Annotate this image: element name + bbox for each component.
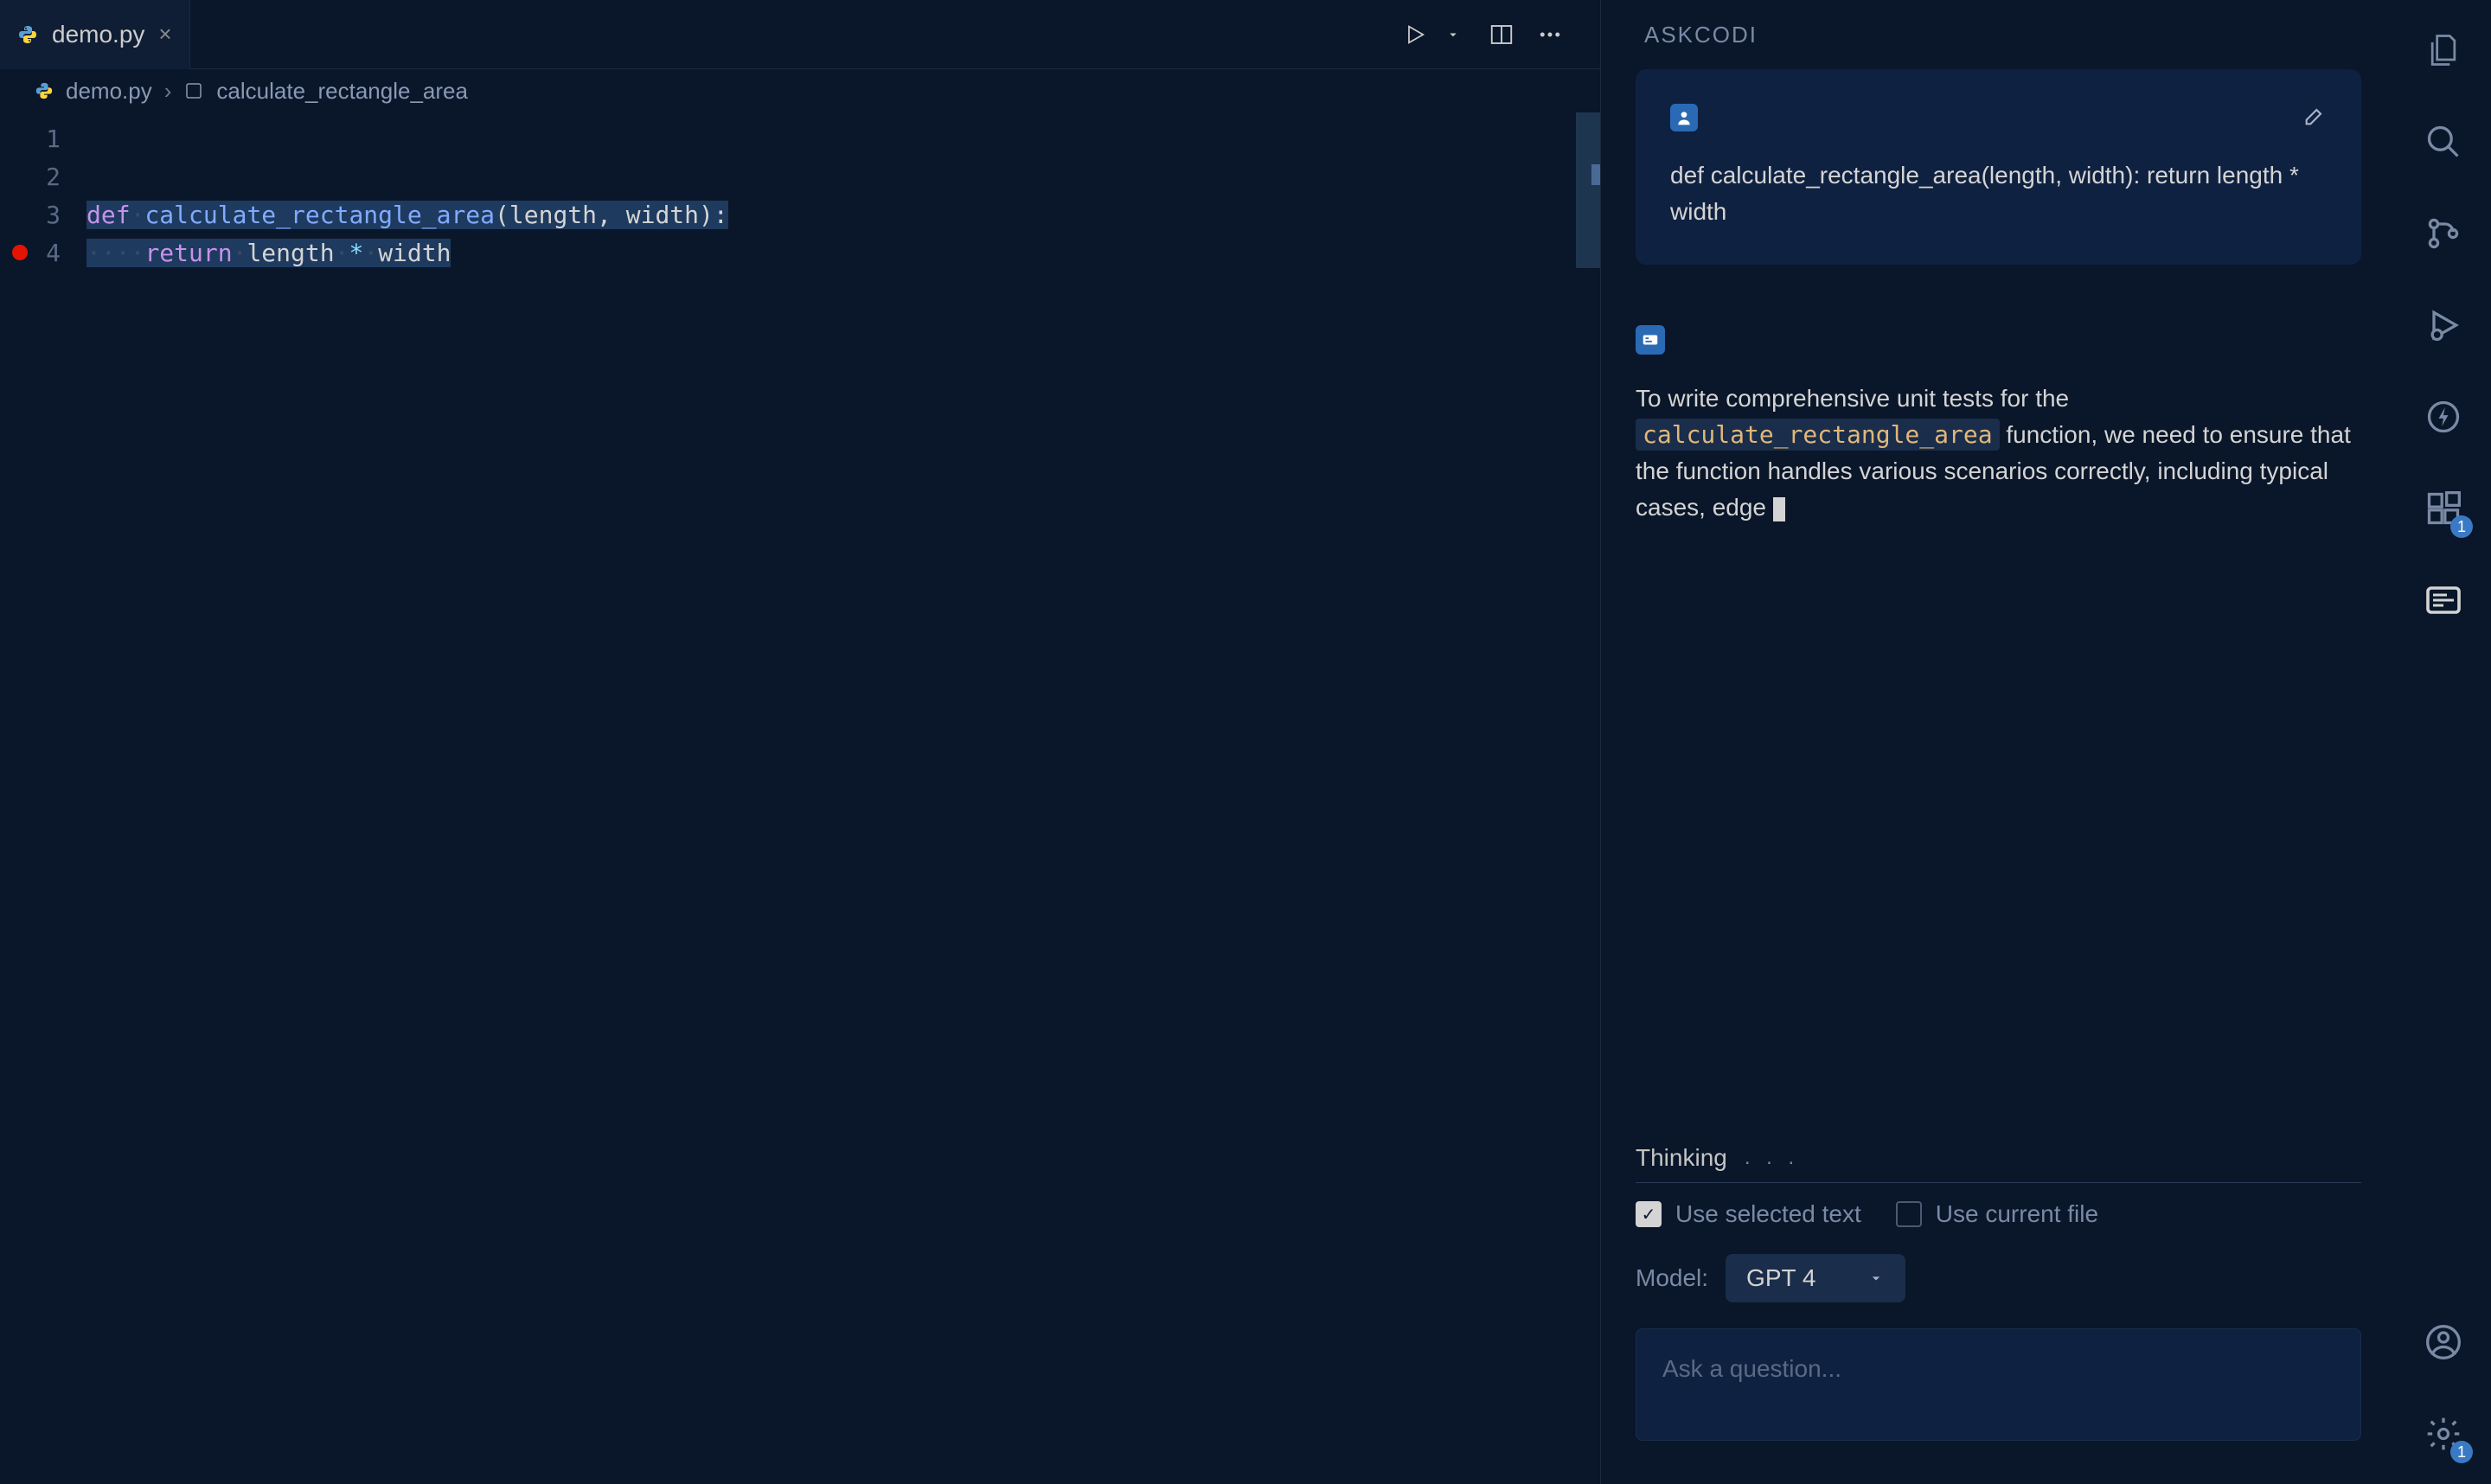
code-line: def·calculate_rectangle_area(length, wid… [86,195,1600,233]
use-current-file-checkbox[interactable]: Use current file [1896,1200,2098,1228]
user-message-text: def calculate_rectangle_area(length, wid… [1670,157,2327,230]
chevron-down-icon [1867,1270,1885,1287]
activity-bar: 1 1 [2396,0,2491,1484]
badge: 1 [2450,1441,2473,1463]
explorer-icon[interactable] [2419,26,2468,74]
checkbox-label: Use current file [1936,1200,2098,1228]
inline-code: calculate_rectangle_area [1636,419,2000,451]
question-input[interactable] [1662,1355,2334,1383]
thinking-label: Thinking [1636,1144,1727,1172]
user-avatar-icon [1670,104,1698,131]
ai-message: To write comprehensive unit tests for th… [1636,308,2361,543]
split-editor-icon[interactable] [1486,19,1517,50]
checkbox-unchecked-icon [1896,1201,1922,1227]
extensions-icon[interactable]: 1 [2419,484,2468,533]
edit-icon[interactable] [2302,104,2327,128]
badge: 1 [2450,515,2473,538]
model-value: GPT 4 [1746,1264,1815,1292]
typing-cursor [1773,497,1785,521]
line-number: 3 [0,195,86,233]
code-line [86,119,1600,157]
line-number-breakpoint[interactable]: 4 [0,233,86,272]
askcodi-icon[interactable] [2419,576,2468,624]
code-line: ····return·length·*·width [86,233,1600,272]
askcodi-panel: ASKCODI def calculate_rectangle_area(len… [1600,0,2396,1484]
python-icon [35,81,54,100]
model-row: Model: GPT 4 [1636,1254,2361,1302]
more-icon[interactable] [1534,19,1566,50]
source-control-icon[interactable] [2419,209,2468,258]
run-icon[interactable] [1399,19,1431,50]
editor-pane: demo.py × demo.py › [0,0,1600,1484]
search-icon[interactable] [2419,118,2468,166]
python-icon [17,24,38,45]
model-label: Model: [1636,1264,1708,1292]
ai-message-text: To write comprehensive unit tests for th… [1636,381,2361,526]
run-debug-icon[interactable] [2419,301,2468,349]
close-icon[interactable]: × [158,21,171,48]
code-editor[interactable]: 1 2 3 4 def·calculate_rectangle_area(len… [0,112,1600,1484]
account-icon[interactable] [2419,1318,2468,1366]
gutter: 1 2 3 4 [0,112,86,1484]
tab-actions [1399,19,1600,50]
tab-label: demo.py [52,21,144,48]
tab-demo-py[interactable]: demo.py × [0,0,190,69]
minimap-marker [1591,164,1600,185]
options-row: ✓ Use selected text Use current file [1636,1200,2361,1228]
checkbox-label: Use selected text [1675,1200,1861,1228]
chat-footer: Thinking . . . ✓ Use selected text Use c… [1601,1127,2396,1484]
ai-avatar-icon [1636,325,1665,355]
chevron-right-icon: › [164,78,172,105]
panel-title: ASKCODI [1601,0,2396,69]
minimap[interactable] [1567,112,1600,1484]
code-area[interactable]: def·calculate_rectangle_area(length, wid… [86,112,1600,1484]
user-message: def calculate_rectangle_area(length, wid… [1636,69,2361,265]
chat-body: def calculate_rectangle_area(length, wid… [1601,69,2396,1127]
minimap-viewport[interactable] [1576,112,1600,268]
thinking-indicator: Thinking . . . [1636,1144,2361,1183]
use-selected-text-checkbox[interactable]: ✓ Use selected text [1636,1200,1861,1228]
model-select[interactable]: GPT 4 [1726,1254,1905,1302]
breadcrumb-symbol: calculate_rectangle_area [216,78,468,105]
settings-icon[interactable]: 1 [2419,1410,2468,1458]
question-input-box[interactable] [1636,1328,2361,1441]
breadcrumb[interactable]: demo.py › calculate_rectangle_area [0,69,1600,112]
thunder-icon[interactable] [2419,393,2468,441]
symbol-icon [183,80,204,101]
tab-bar: demo.py × [0,0,1600,69]
line-number: 1 [0,119,86,157]
run-dropdown-icon[interactable] [1438,19,1469,50]
checkbox-checked-icon: ✓ [1636,1201,1662,1227]
thinking-dots-icon: . . . [1745,1146,1799,1170]
breadcrumb-file: demo.py [66,78,152,105]
code-line [86,157,1600,195]
line-number: 2 [0,157,86,195]
